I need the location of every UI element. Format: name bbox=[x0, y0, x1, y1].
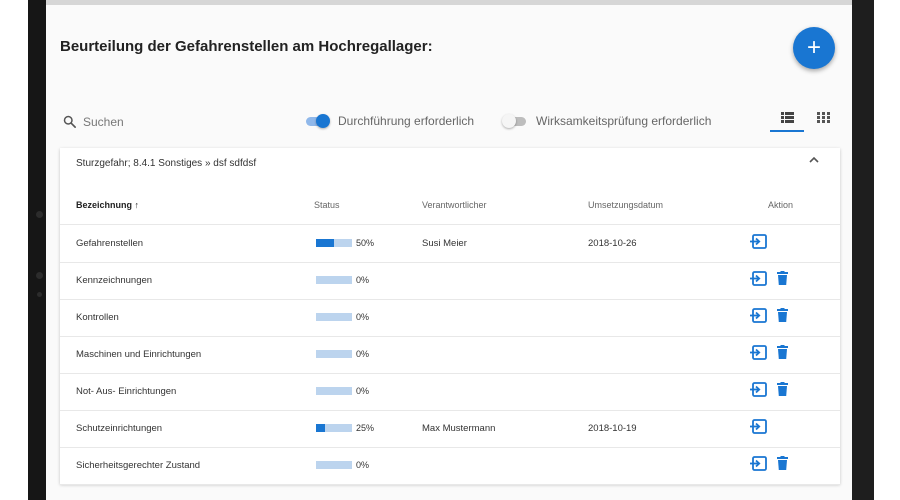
device-button bbox=[36, 211, 43, 218]
trash-icon[interactable] bbox=[777, 308, 788, 322]
open-in-icon[interactable] bbox=[750, 308, 767, 323]
table-row[interactable]: Gefahrenstellen 50% Susi Meier 2018-10-26 bbox=[60, 225, 840, 263]
list-view-button[interactable] bbox=[770, 104, 804, 132]
trash-icon[interactable] bbox=[777, 271, 788, 285]
panel-header: Sturzgefahr; 8.4.1 Sonstiges » dsf sdfds… bbox=[76, 158, 257, 169]
open-in-icon[interactable] bbox=[750, 382, 767, 397]
table-row[interactable]: Sicherheitsgerechter Zustand 0% bbox=[60, 447, 840, 485]
progress-fill bbox=[316, 239, 334, 247]
row-name: Gefahrenstellen bbox=[76, 238, 144, 249]
table-row[interactable]: Maschinen und Einrichtungen 0% bbox=[60, 336, 840, 374]
row-name: Schutzeinrichtungen bbox=[76, 423, 163, 434]
progress-bar bbox=[316, 313, 352, 321]
progress-text: 0% bbox=[356, 386, 370, 396]
trash-icon[interactable] bbox=[777, 456, 788, 470]
device-bezel-left bbox=[28, 0, 46, 500]
add-button[interactable]: + bbox=[793, 27, 835, 69]
open-in-icon[interactable] bbox=[750, 234, 767, 249]
trash-icon[interactable] bbox=[777, 345, 788, 359]
table-row[interactable]: Not- Aus- Einrichtungen 0% bbox=[60, 373, 840, 411]
progress-bar bbox=[316, 461, 352, 469]
progress-text: 0% bbox=[356, 349, 370, 359]
open-in-icon[interactable] bbox=[750, 419, 767, 434]
column-header-action: Aktion bbox=[768, 200, 794, 210]
app-screen: Beurteilung der Gefahrenstellen am Hochr… bbox=[46, 0, 852, 500]
trash-icon[interactable] bbox=[777, 382, 788, 396]
progress-text: 25% bbox=[356, 423, 375, 433]
table-row[interactable]: Kontrollen 0% bbox=[60, 299, 840, 337]
search-icon bbox=[63, 115, 76, 128]
row-name: Sicherheitsgerechter Zustand bbox=[76, 460, 201, 471]
progress-fill bbox=[316, 424, 325, 432]
switch-off[interactable] bbox=[502, 114, 528, 128]
device-button bbox=[36, 272, 43, 279]
toggle-wirksamkeitspruefung[interactable]: Wirksamkeitsprüfung erforderlich bbox=[502, 114, 711, 128]
row-name: Not- Aus- Einrichtungen bbox=[76, 386, 177, 397]
row-name: Maschinen und Einrichtungen bbox=[76, 349, 202, 360]
progress-text: 0% bbox=[356, 275, 370, 285]
progress-text: 0% bbox=[356, 460, 370, 470]
top-bar bbox=[46, 0, 852, 5]
switch-on[interactable] bbox=[304, 114, 330, 128]
column-header-name[interactable]: Bezeichnung ↑ bbox=[76, 200, 139, 210]
search-input[interactable] bbox=[83, 114, 203, 129]
row-date: 2018-10-19 bbox=[588, 423, 637, 434]
grid-view-button[interactable] bbox=[806, 104, 840, 130]
open-in-icon[interactable] bbox=[750, 271, 767, 286]
row-name: Kennzeichnungen bbox=[76, 275, 153, 286]
row-owner: Susi Meier bbox=[422, 238, 467, 249]
toggle-label: Durchführung erforderlich bbox=[338, 114, 475, 128]
open-in-icon[interactable] bbox=[750, 456, 767, 471]
hazard-panel: Sturzgefahr; 8.4.1 Sonstiges » dsf sdfds… bbox=[60, 148, 840, 485]
table-row[interactable]: Kennzeichnungen 0% bbox=[60, 262, 840, 300]
row-date: 2018-10-26 bbox=[588, 238, 637, 249]
progress-bar bbox=[316, 276, 352, 284]
progress-bar bbox=[316, 239, 352, 247]
table-row[interactable]: Schutzeinrichtungen 25% Max Mustermann 2018… bbox=[60, 410, 840, 448]
chevron-up-icon[interactable] bbox=[808, 154, 820, 168]
progress-text: 0% bbox=[356, 312, 370, 322]
progress-bar bbox=[316, 387, 352, 395]
search-box[interactable] bbox=[62, 114, 203, 129]
open-in-icon[interactable] bbox=[750, 345, 767, 360]
column-header-date: Umsetzungsdatum bbox=[588, 200, 664, 210]
toggle-durchfuehrung[interactable]: Durchführung erforderlich bbox=[304, 114, 474, 128]
row-name: Kontrollen bbox=[76, 312, 119, 323]
list-view-icon bbox=[780, 111, 794, 123]
progress-bar bbox=[316, 424, 352, 432]
toggle-label: Wirksamkeitsprüfung erforderlich bbox=[536, 114, 712, 128]
progress-text: 50% bbox=[356, 238, 375, 248]
page-title: Beurteilung der Gefahrenstellen am Hochr… bbox=[60, 38, 433, 55]
grid-view-icon bbox=[816, 111, 830, 123]
device-button bbox=[37, 292, 42, 297]
device-bezel-right bbox=[852, 0, 874, 500]
column-header-status: Status bbox=[314, 200, 340, 210]
table-header: Bezeichnung ↑ Status Verantwortlicher Um… bbox=[60, 194, 840, 225]
column-header-owner: Verantwortlicher bbox=[422, 200, 487, 210]
row-owner: Max Mustermann bbox=[422, 423, 496, 434]
progress-bar bbox=[316, 350, 352, 358]
